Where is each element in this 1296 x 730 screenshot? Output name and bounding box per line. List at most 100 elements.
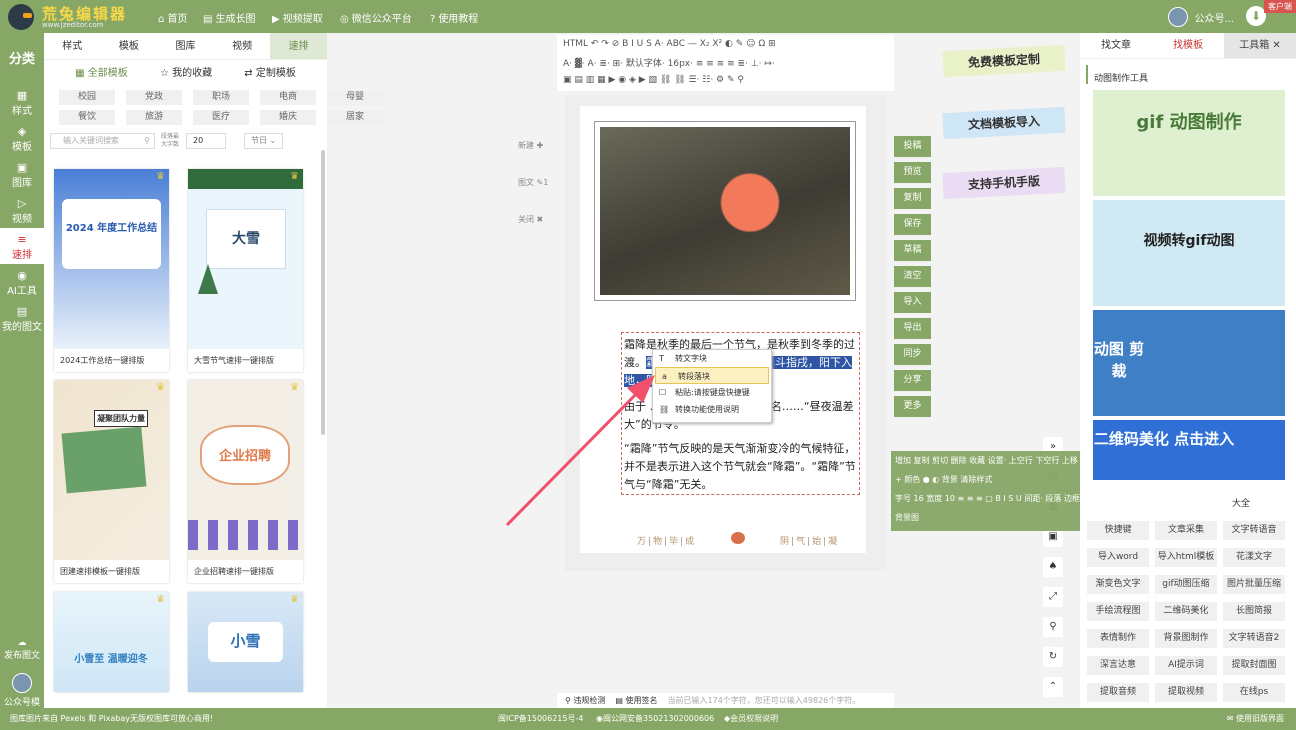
tag-medical[interactable]: 医疗 xyxy=(193,110,249,125)
tab-find-template[interactable]: 找模板 xyxy=(1152,33,1224,58)
tab-find-article[interactable]: 找文章 xyxy=(1080,33,1152,58)
refresh-icon[interactable]: ↻ xyxy=(1043,647,1063,667)
menu-help[interactable]: ⛓ 转换功能使用说明 xyxy=(653,401,771,418)
sticker-mobile[interactable]: 支持手机手版 xyxy=(942,166,1066,200)
subtab-custom[interactable]: ⇄ 定制模板 xyxy=(244,60,296,88)
left-nav-video[interactable]: ▷ 视频 xyxy=(0,192,44,228)
tag-ecommerce[interactable]: 电商 xyxy=(260,90,316,105)
back-to-top-icon[interactable]: ⌃ xyxy=(1043,677,1063,697)
draft-button[interactable]: 草稿 xyxy=(894,240,931,261)
menu-to-paragraph-block[interactable]: a 转段落块 xyxy=(655,367,769,384)
left-nav-quick[interactable]: ≡ 速排 xyxy=(0,228,44,264)
template-card[interactable]: ♛ 大雪 大雪节气速排一键排版 xyxy=(188,169,303,372)
menu-paste[interactable]: ☐ 粘贴:请按键盘快捷键 xyxy=(653,384,771,401)
vip-link[interactable]: ◆会员权限说明 xyxy=(724,708,778,730)
signature-button[interactable]: ▤ 使用签名 xyxy=(615,693,657,708)
template-card[interactable]: ♛ 凝聚团队力量 团建速排模板一键排版 xyxy=(54,380,169,583)
tool-item[interactable]: AI提示词 xyxy=(1155,656,1217,675)
tool-item[interactable]: 二维码美化 xyxy=(1155,602,1217,621)
tool-item[interactable]: 文章采集 xyxy=(1155,521,1217,540)
nav-long-image[interactable]: ▤ 生成长图 xyxy=(203,10,255,25)
tab-quick[interactable]: 速排 xyxy=(270,33,327,59)
template-card[interactable]: ♛ 企业招聘 企业招聘速排一键排版 xyxy=(188,380,303,583)
tag-home[interactable]: 居家 xyxy=(327,110,383,125)
template-card[interactable]: ♛ 小雪 xyxy=(188,592,303,692)
tag-wedding[interactable]: 婚庆 xyxy=(260,110,316,125)
tag-party[interactable]: 党政 xyxy=(126,90,182,105)
close-icon[interactable]: ✕ xyxy=(1272,40,1280,51)
tool-item[interactable]: 导入word xyxy=(1087,548,1149,567)
nav-wechat[interactable]: ◎ 微信公众平台 xyxy=(340,10,412,25)
ad-gif-crop[interactable]: 动图 剪裁 xyxy=(1093,310,1285,416)
sticker-doc-import[interactable]: 文档模板导入 xyxy=(942,106,1066,140)
client-badge[interactable]: 客户端 xyxy=(1264,0,1296,13)
share-button[interactable]: 分享 xyxy=(894,370,931,391)
panel-scrollbar[interactable] xyxy=(321,150,325,435)
left-nav-my-articles[interactable]: ▤ 我的图文 xyxy=(0,300,44,336)
left-nav-gallery[interactable]: ▣ 图库 xyxy=(0,156,44,192)
left-nav-template[interactable]: ◈ 模板 xyxy=(0,120,44,156)
tool-item[interactable]: 提取视频 xyxy=(1155,683,1217,702)
tool-item[interactable]: 图片批量压缩 xyxy=(1223,575,1285,594)
nav-tutorial[interactable]: ? 使用教程 xyxy=(430,10,478,25)
toolbar-row-2[interactable]: A· ▓· A· ≣· ⊞· 默认字体· 16px· ≡ ≡ ≡ ≡ ≣· ⊥·… xyxy=(557,53,894,71)
tag-baby[interactable]: 母婴 xyxy=(327,90,383,105)
account-menu[interactable]: 公众号... xyxy=(1168,7,1234,27)
tool-item[interactable]: 花漾文字 xyxy=(1223,548,1285,567)
zoom-icon[interactable]: ⚲ xyxy=(1043,617,1063,637)
tool-item[interactable]: 长图简报 xyxy=(1223,602,1285,621)
nav-video-extract[interactable]: ▶ 视频提取 xyxy=(272,10,323,25)
left-nav-style[interactable]: ▦ 样式 xyxy=(0,84,44,120)
clear-button[interactable]: 清空 xyxy=(894,266,931,287)
tag-travel[interactable]: 旅游 xyxy=(126,110,182,125)
old-version-link[interactable]: ✉ 使用旧版界面 xyxy=(1227,708,1284,730)
save-button[interactable]: 保存 xyxy=(894,214,931,235)
tool-item[interactable]: 表情制作 xyxy=(1087,629,1149,648)
submit-button[interactable]: 投稿 xyxy=(894,136,931,157)
logo-icon[interactable] xyxy=(8,4,34,30)
tool-item[interactable]: 提取音频 xyxy=(1087,683,1149,702)
sync-button[interactable]: 同步 xyxy=(894,344,931,365)
violation-check-button[interactable]: ⚲ 违规检测 xyxy=(565,693,605,708)
icp-link[interactable]: 闽ICP备15006215号-4 xyxy=(498,708,583,730)
tool-item[interactable]: 手绘流程图 xyxy=(1087,602,1149,621)
toolbar-row-1[interactable]: HTML ↶ ↷ ⊘ B I U S A· ABC — X₂ X² ◐ ✎ ☺ … xyxy=(557,35,894,53)
template-card[interactable]: ♛ 2024 年度工作总结 2024工作总结一键排版 xyxy=(54,169,169,372)
tool-item[interactable]: 文字转语音 xyxy=(1223,521,1285,540)
tool-item[interactable]: gif动图压缩 xyxy=(1155,575,1217,594)
police-link[interactable]: ◉闽公网安备35021302000606 xyxy=(596,708,714,730)
tab-video[interactable]: 视频 xyxy=(214,33,271,59)
tool-item[interactable]: 文字转语音2 xyxy=(1223,629,1285,648)
sticker-free-template[interactable]: 免费模板定制 xyxy=(942,44,1066,78)
tool-item[interactable]: 提取封面图 xyxy=(1223,656,1285,675)
tab-style[interactable]: 样式 xyxy=(44,33,101,59)
tab-gallery[interactable]: 图库 xyxy=(157,33,214,59)
menu-to-text-block[interactable]: T 转文字块 xyxy=(653,350,771,367)
download-icon[interactable]: ⬇ xyxy=(1246,6,1266,26)
subtab-all-templates[interactable]: ▦ 全部模板 xyxy=(75,60,128,88)
tool-item[interactable]: 背景图制作 xyxy=(1155,629,1217,648)
publish-button[interactable]: ☁ 发布图文 xyxy=(0,638,44,661)
more-button[interactable]: 更多 xyxy=(894,396,931,417)
preview-button[interactable]: 预览 xyxy=(894,162,931,183)
new-button[interactable]: 新建 ✚ xyxy=(518,140,548,177)
tag-campus[interactable]: 校园 xyxy=(59,90,115,105)
article-photo-frame[interactable] xyxy=(594,121,856,301)
nav-home[interactable]: ⌂ 首页 xyxy=(158,10,187,25)
tool-item[interactable]: 渐变色文字 xyxy=(1087,575,1149,594)
tab-toolbox[interactable]: 工具箱 ✕ xyxy=(1224,33,1296,58)
tag-food[interactable]: 餐饮 xyxy=(59,110,115,125)
toolbar-row-3[interactable]: ▣ ▤ ▥ ▦ ▶ ◉ ◈ ▶ ▧ ⛓ ⛓ ☰· ☷· ⚙ ✎ ⚲ xyxy=(557,71,894,89)
tool-item[interactable]: 快捷键 xyxy=(1087,521,1149,540)
fullscreen-icon[interactable]: ⤢ xyxy=(1043,587,1063,607)
import-button[interactable]: 导入 xyxy=(894,292,931,313)
article-button[interactable]: 图文 ✎1 xyxy=(518,177,548,214)
tool-item[interactable]: 在线ps xyxy=(1223,683,1285,702)
subtab-favorites[interactable]: ☆ 我的收藏 xyxy=(160,60,212,88)
export-button[interactable]: 导出 xyxy=(894,318,931,339)
search-input[interactable]: 输入关键词搜索 ⚲ xyxy=(50,133,155,149)
tool-item[interactable]: 导入html模板 xyxy=(1155,548,1217,567)
ad-qrcode[interactable]: 二维码美化 点击进入 xyxy=(1093,420,1285,480)
tool-item[interactable]: 深言达意 xyxy=(1087,656,1149,675)
bell-icon[interactable]: ♠ xyxy=(1043,557,1063,577)
